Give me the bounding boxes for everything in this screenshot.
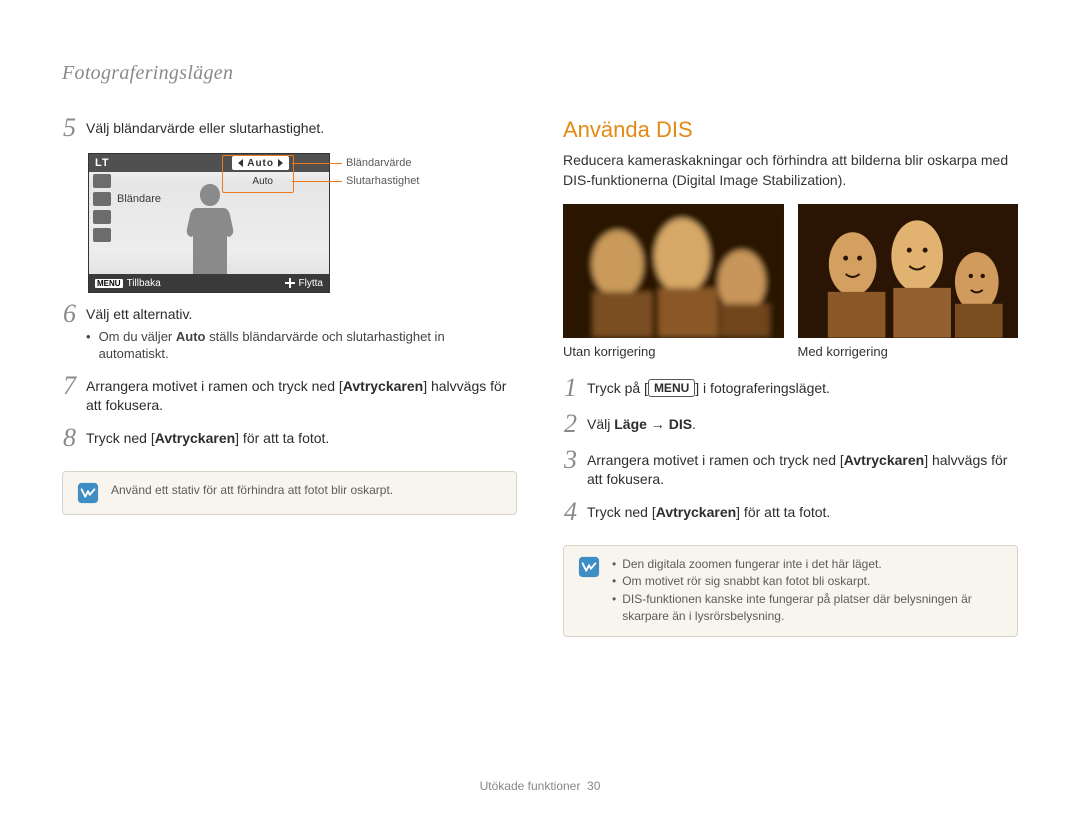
lcd-blandare-label: Bländare [117, 193, 161, 205]
breadcrumb: Fotograferingslägen [62, 62, 1018, 85]
callout-highlight [222, 155, 294, 193]
step-number: 4 [563, 499, 577, 525]
lcd-illustration-wrap: LT Auto Auto Bländare [62, 153, 517, 293]
note-item: Om motivet rör sig snabbt kan fotot bli … [612, 573, 1003, 590]
callout-aperture: Bländarvärde [346, 157, 411, 169]
step-text: Tryck ned [Avtryckaren] för att ta fotot… [587, 501, 1018, 522]
lcd-footer-move: Flytta [299, 278, 323, 289]
note-icon [77, 482, 99, 504]
note-callout: Använd ett stativ för att förhindra att … [62, 471, 517, 515]
step-number: 7 [62, 373, 76, 399]
step-number: 2 [563, 411, 577, 437]
lcd-row [89, 226, 329, 244]
step-number: 3 [563, 447, 577, 473]
lcd-footer-back: Tillbaka [127, 278, 161, 289]
lcd-mode: LT [95, 157, 110, 169]
step-text: Välj ett alternativ. Om du väljer Auto s… [86, 303, 517, 363]
step-text: Arrangera motivet i ramen och tryck ned … [587, 449, 1018, 489]
step-8: 8 Tryck ned [Avtryckaren] för att ta fot… [62, 427, 517, 451]
menu-icon: MENU [95, 279, 123, 288]
step-text: Tryck på [MENU] i fotograferingsläget. [587, 377, 1018, 398]
example-after-image [798, 204, 1019, 338]
step-number: 8 [62, 425, 76, 451]
caption-before: Utan korrigering [563, 344, 784, 359]
example-images [563, 204, 1018, 338]
step-7: 7 Arrangera motivet i ramen och tryck ne… [62, 375, 517, 415]
step-5: 5 Välj bländarvärde eller slutarhastighe… [62, 117, 517, 141]
callout-leader [292, 163, 342, 164]
step-text: Välj Läge → DIS. [587, 413, 1018, 434]
example-captions: Utan korrigering Med korrigering [563, 344, 1018, 359]
caption-after: Med korrigering [798, 344, 1019, 359]
right-column: Använda DIS Reducera kameraskakningar oc… [563, 117, 1018, 637]
step-text: Välj bländarvärde eller slutarhastighet. [86, 117, 517, 138]
example-before-image [563, 204, 784, 338]
lcd-status-icon [93, 210, 111, 224]
note-item: DIS-funktionen kanske inte fungerar på p… [612, 591, 1003, 626]
footer-section: Utökade funktioner [480, 779, 581, 793]
callout-leader [292, 181, 342, 182]
lcd-row [89, 208, 329, 226]
note-list: Den digitala zoomen fungerar inte i det … [612, 556, 1003, 626]
note-callout: Den digitala zoomen fungerar inte i det … [563, 545, 1018, 637]
section-lead: Reducera kameraskakningar och förhindra … [563, 151, 1018, 190]
step-text: Tryck ned [Avtryckaren] för att ta fotot… [86, 427, 517, 448]
note-item: Den digitala zoomen fungerar inte i det … [612, 556, 1003, 573]
step-2: 2 Välj Läge → DIS. [563, 413, 1018, 437]
menu-key: MENU [648, 379, 695, 397]
callout-shutter: Slutarhastighet [346, 175, 419, 187]
left-column: 5 Välj bländarvärde eller slutarhastighe… [62, 117, 517, 637]
step-6: 6 Välj ett alternativ. Om du väljer Auto… [62, 303, 517, 363]
lcd-footer: MENU Tillbaka Flytta [89, 274, 329, 292]
crosspad-icon [285, 278, 295, 288]
step-number: 6 [62, 301, 76, 327]
step-1: 1 Tryck på [MENU] i fotograferingsläget. [563, 377, 1018, 401]
page-footer: Utökade funktioner 30 [0, 779, 1080, 793]
step-number: 5 [62, 115, 76, 141]
lcd-status-icon [93, 174, 111, 188]
note-text: Använd ett stativ för att förhindra att … [111, 482, 502, 504]
section-heading: Använda DIS [563, 117, 1018, 143]
footer-page-number: 30 [587, 779, 600, 793]
step-3: 3 Arrangera motivet i ramen och tryck ne… [563, 449, 1018, 489]
note-icon [578, 556, 600, 578]
step-4: 4 Tryck ned [Avtryckaren] för att ta fot… [563, 501, 1018, 525]
step-number: 1 [563, 375, 577, 401]
sub-bullet: Om du väljer Auto ställs bländarvärde oc… [86, 328, 517, 363]
lcd-status-icon [93, 192, 111, 206]
step-text: Arrangera motivet i ramen och tryck ned … [86, 375, 517, 415]
lcd-status-icon [93, 228, 111, 242]
